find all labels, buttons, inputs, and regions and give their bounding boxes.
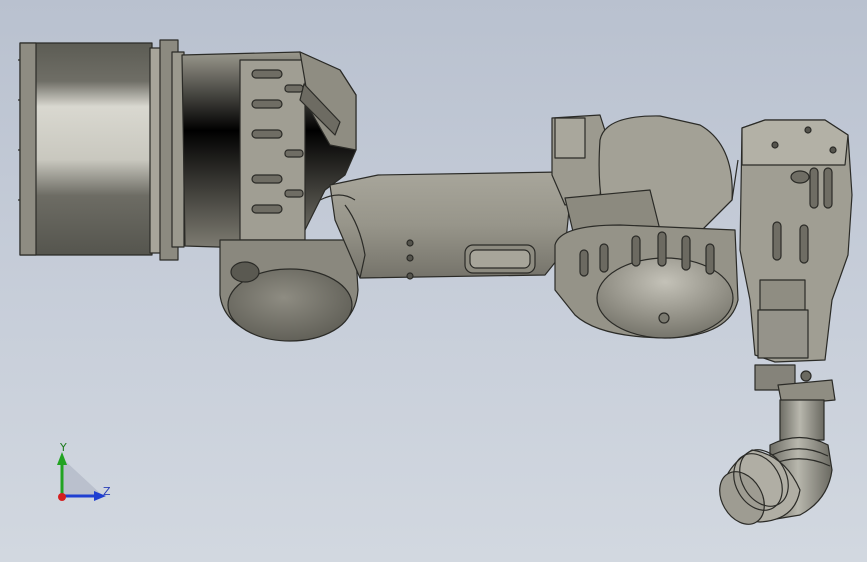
- upper-arm: [319, 171, 571, 280]
- elbow-housing: [551, 114, 739, 339]
- z-axis-label: Z: [103, 485, 111, 498]
- graphics-viewport[interactable]: Y Z: [0, 0, 867, 562]
- wrist-housing: [739, 119, 853, 391]
- axis-triad-icon: [57, 452, 106, 501]
- coordinate-triad: Y Z: [48, 438, 118, 518]
- base-motor: [18, 39, 185, 261]
- y-axis-label: Y: [60, 441, 67, 454]
- shoulder-housing: [181, 51, 357, 249]
- robot-arm-model[interactable]: [0, 0, 867, 562]
- shoulder-disc: [219, 239, 359, 342]
